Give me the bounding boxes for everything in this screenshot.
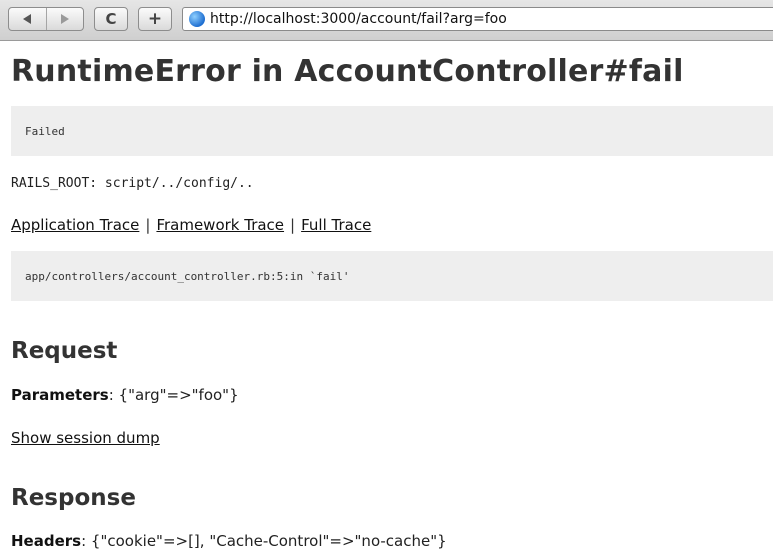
reload-icon: C bbox=[105, 10, 117, 28]
back-button[interactable] bbox=[9, 8, 46, 30]
globe-icon bbox=[189, 11, 205, 27]
reload-button[interactable]: C bbox=[94, 7, 128, 31]
forward-button[interactable] bbox=[45, 8, 84, 30]
page-title: RuntimeError in AccountController#fail bbox=[11, 54, 684, 89]
back-arrow-icon bbox=[23, 14, 32, 24]
session-dump-line: Show session dump bbox=[11, 429, 160, 447]
application-trace-link[interactable]: Application Trace bbox=[11, 216, 139, 234]
trace-line: app/controllers/account_controller.rb:5:… bbox=[25, 269, 350, 283]
separator: | bbox=[290, 216, 296, 234]
parameters-label: Parameters bbox=[11, 386, 109, 404]
new-tab-button[interactable]: + bbox=[138, 7, 172, 31]
parameters-line: Parameters: {"arg"=>"foo"} bbox=[11, 386, 239, 404]
trace-links: Application Trace | Framework Trace | Full T… bbox=[11, 216, 371, 234]
request-heading: Request bbox=[11, 338, 118, 364]
url-text[interactable]: http://localhost:3000/account/fail?arg=f… bbox=[210, 11, 507, 27]
browser-toolbar: C + http://localhost:3000/account/fail?a… bbox=[0, 0, 773, 41]
headers-label: Headers bbox=[11, 532, 82, 550]
separator: | bbox=[145, 216, 151, 234]
response-heading: Response bbox=[11, 485, 136, 511]
trace-box: app/controllers/account_controller.rb:5:… bbox=[11, 251, 773, 301]
address-bar[interactable]: http://localhost:3000/account/fail?arg=f… bbox=[182, 7, 773, 31]
forward-arrow-icon bbox=[60, 14, 69, 24]
framework-trace-link[interactable]: Framework Trace bbox=[156, 216, 284, 234]
full-trace-link[interactable]: Full Trace bbox=[301, 216, 371, 234]
error-message-box: Failed bbox=[11, 106, 773, 156]
navigation-buttons bbox=[8, 7, 84, 31]
headers-line: Headers: {"cookie"=>[], "Cache-Control"=… bbox=[11, 532, 447, 550]
headers-value: : {"cookie"=>[], "Cache-Control"=>"no-ca… bbox=[81, 532, 447, 550]
show-session-dump-link[interactable]: Show session dump bbox=[11, 429, 160, 447]
error-message: Failed bbox=[25, 124, 65, 138]
rails-root: RAILS_ROOT: script/../config/.. bbox=[11, 176, 254, 191]
parameters-value: : {"arg"=>"foo"} bbox=[108, 386, 239, 404]
plus-icon: + bbox=[147, 9, 163, 29]
